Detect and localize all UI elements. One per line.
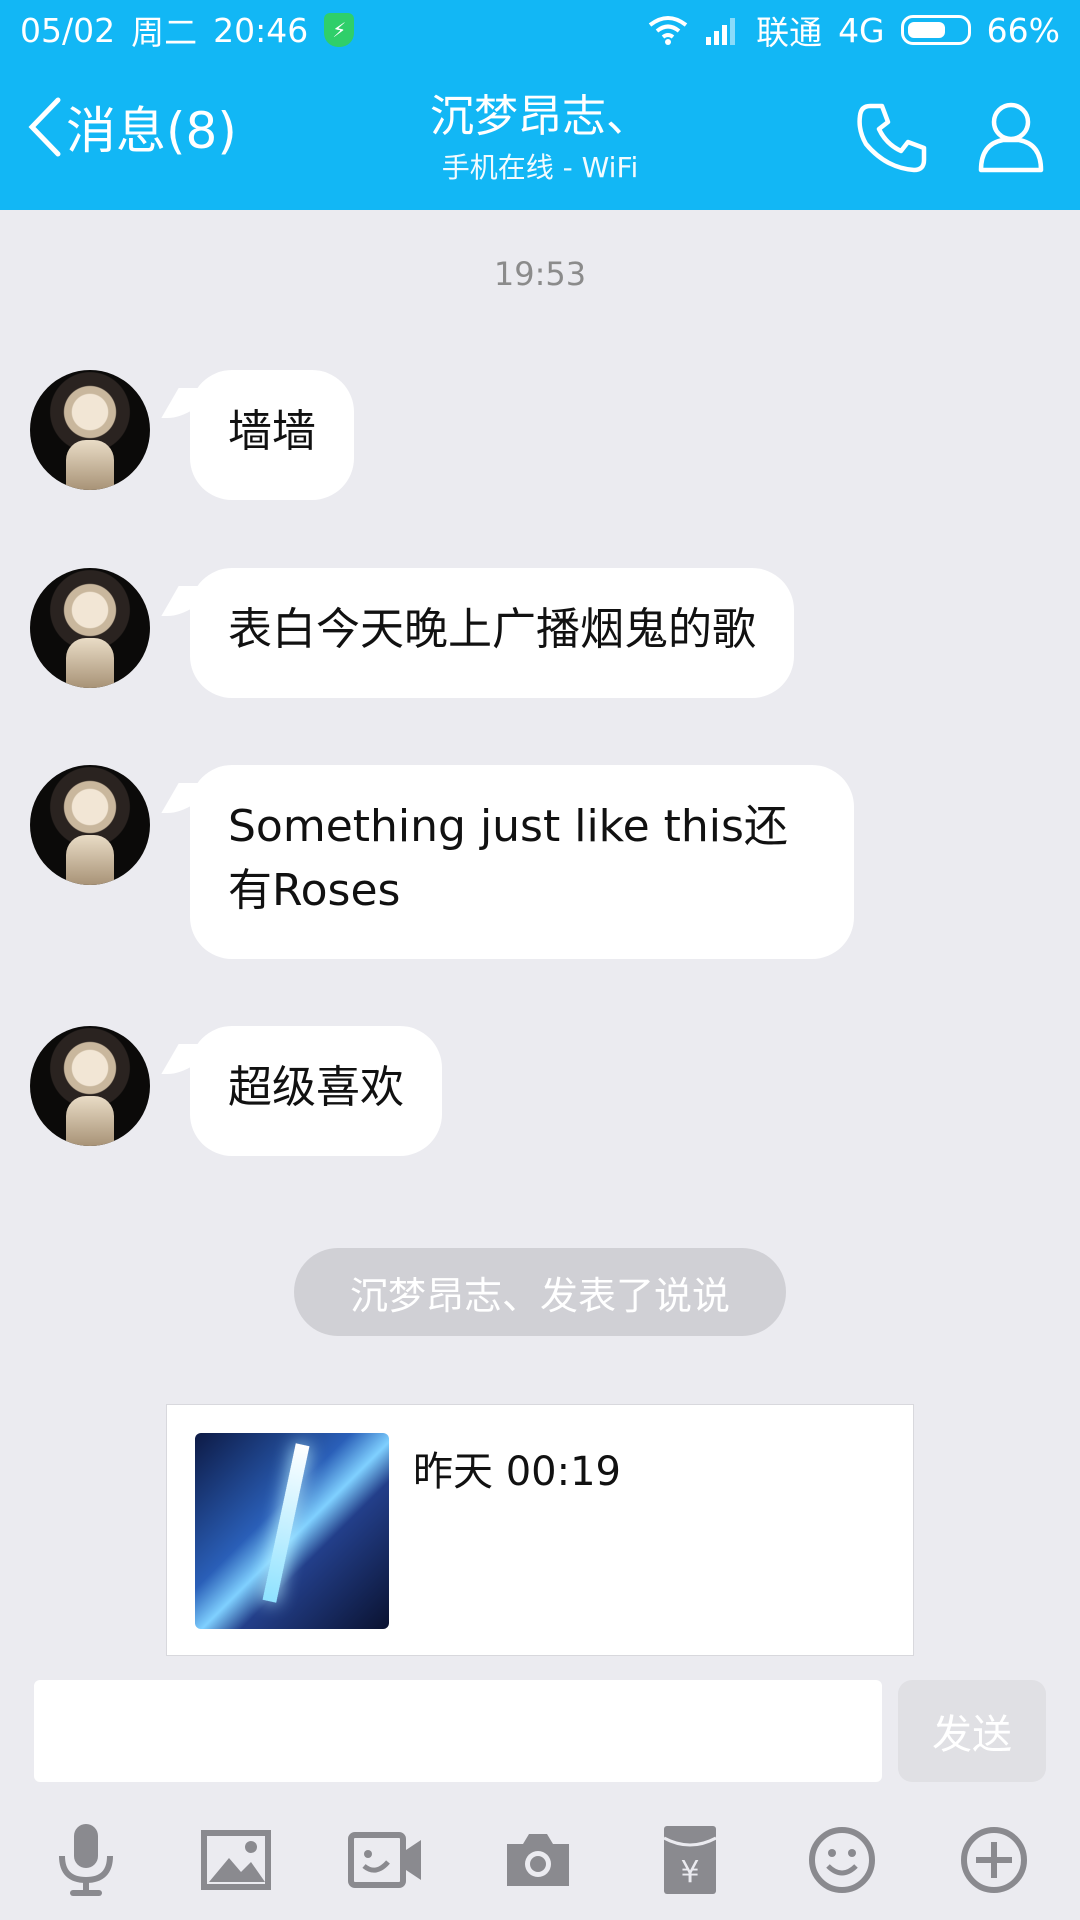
contact-name: 沉梦昂志、	[430, 91, 650, 142]
message-text: 墙墙	[228, 406, 316, 457]
microphone-button[interactable]	[48, 1822, 124, 1898]
battery-percent: 66%	[986, 10, 1060, 50]
contact-status: 手机在线 - WiFi	[441, 151, 639, 184]
plus-icon	[961, 1827, 1027, 1893]
back-label: 消息(8)	[66, 102, 237, 160]
card-thumbnail	[195, 1433, 389, 1629]
battery-icon	[900, 15, 971, 45]
video-call-button[interactable]	[348, 1822, 424, 1898]
security-shield-icon: ⚡	[324, 13, 355, 47]
avatar[interactable]	[30, 1026, 150, 1146]
message-text: 超级喜欢	[228, 1062, 404, 1113]
chat-title[interactable]: 沉梦昂志、 手机在线 - WiFi	[340, 88, 740, 188]
image-icon	[201, 1830, 271, 1890]
status-date: 05/02	[20, 10, 116, 50]
nav-bar: 消息(8) 沉梦昂志、 手机在线 - WiFi	[0, 60, 1080, 210]
message-bubble[interactable]: 表白今天晚上广播烟鬼的歌	[190, 568, 794, 698]
status-bar: 05/02 周二 20:46 ⚡ 联通 4G 66%	[0, 0, 1080, 60]
message-text-line-2: 有Roses	[228, 865, 401, 916]
message-text-line-1: Something just like this还	[228, 801, 788, 852]
status-weekday: 周二	[131, 13, 198, 52]
profile-button[interactable]	[975, 98, 1047, 182]
message-text: 表白今天晚上广播烟鬼的歌	[228, 604, 756, 655]
phone-icon	[857, 103, 927, 173]
emoji-button[interactable]	[804, 1822, 880, 1898]
header: 05/02 周二 20:46 ⚡ 联通 4G 66% 消息(8) 沉梦昂志、 手…	[0, 0, 1080, 210]
chat-toolbar: ¥	[0, 1800, 1080, 1920]
call-button[interactable]	[852, 98, 932, 182]
person-icon	[978, 102, 1044, 173]
message-bubble[interactable]: 超级喜欢	[190, 1026, 442, 1156]
camera-button[interactable]	[500, 1822, 576, 1898]
svg-text:¥: ¥	[680, 1855, 699, 1890]
wifi-icon	[648, 16, 688, 45]
carrier-label: 联通	[756, 13, 823, 52]
message-input[interactable]	[34, 1680, 882, 1782]
camera-icon	[507, 1834, 569, 1886]
network-type: 4G	[838, 10, 885, 50]
signal-icon	[706, 18, 736, 45]
red-packet-button[interactable]: ¥	[652, 1822, 728, 1898]
avatar[interactable]	[30, 765, 150, 885]
message-bubble[interactable]: Something just like this还 有Roses	[190, 765, 854, 959]
chat-timestamp: 19:53	[493, 255, 587, 293]
avatar[interactable]	[30, 370, 150, 490]
chevron-left-icon	[28, 97, 61, 157]
feed-card[interactable]: 昨天 00:19	[166, 1404, 914, 1656]
message-bubble[interactable]: 墙墙	[190, 370, 354, 500]
more-button[interactable]	[956, 1822, 1032, 1898]
avatar[interactable]	[30, 568, 150, 688]
send-button[interactable]: 发送	[898, 1680, 1046, 1782]
back-button[interactable]: 消息(8)	[26, 96, 237, 160]
video-call-icon	[348, 1832, 421, 1888]
image-button[interactable]	[198, 1822, 274, 1898]
system-notice[interactable]: 沉梦昂志、发表了说说	[294, 1248, 786, 1336]
card-time: 昨天 00:19	[413, 1449, 621, 1495]
status-time: 20:46	[213, 10, 309, 50]
microphone-icon	[59, 1824, 113, 1896]
emoji-icon	[809, 1827, 875, 1893]
red-packet-icon: ¥	[663, 1826, 717, 1894]
